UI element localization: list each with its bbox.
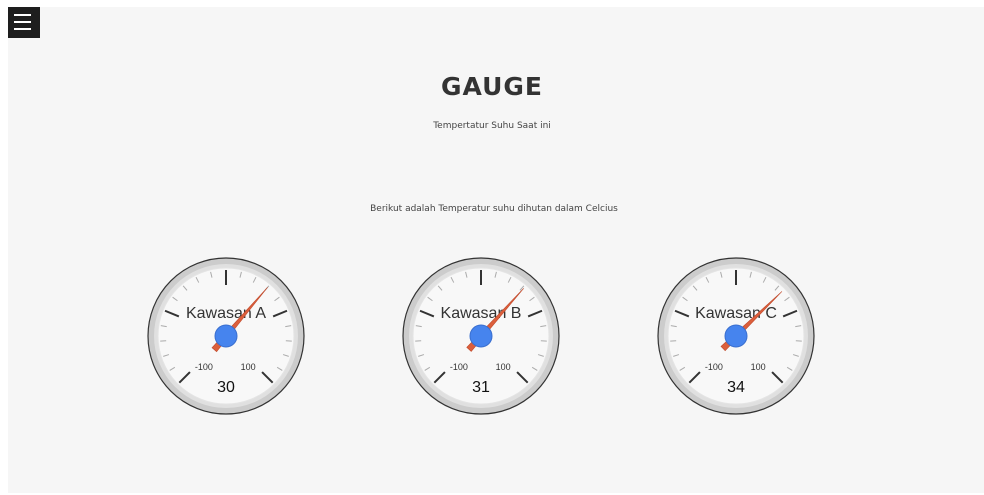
gauge-dial: -100 100 Kawasan B 31: [402, 257, 560, 415]
gauge-value: 30: [217, 379, 235, 396]
page-title: GAUGE: [441, 72, 543, 101]
gauge-dial: -100 100Kawasan C34: [657, 257, 815, 415]
gauge-min-label: -100: [195, 362, 213, 372]
gauge-hub: [214, 324, 238, 348]
hamburger-menu-icon: [14, 14, 31, 30]
gauge-value: 34: [727, 379, 745, 396]
gauge-max-label: 100: [751, 362, 766, 372]
gauge-max-label: 100: [496, 362, 511, 372]
page-subtitle: Tempertatur Suhu Saat ini: [433, 121, 551, 131]
gauge-kawasan-b: -100 100 Kawasan B 31: [401, 256, 561, 416]
gauge-kawasan-a: -100 100 Kawasan A 30: [146, 256, 306, 416]
gauge-hub: [724, 324, 748, 348]
gauge-min-label: -100: [705, 362, 723, 372]
gauge-description: Berikut adalah Temperatur suhu dihutan d…: [370, 204, 618, 214]
gauge-label: Kawasan B: [441, 305, 522, 322]
gauge-value: 31: [472, 379, 490, 396]
gauge-min-label: -100: [450, 362, 468, 372]
gauge-hub: [469, 324, 493, 348]
gauge-kawasan-c: -100 100 Kawasan C 34: [656, 256, 816, 416]
gauge-label: Kawasan A: [186, 305, 266, 322]
hamburger-menu-button[interactable]: [8, 7, 40, 38]
gauge-max-label: 100: [241, 362, 256, 372]
gauge-dial: -100 100 Kawasan A 30: [147, 257, 305, 415]
